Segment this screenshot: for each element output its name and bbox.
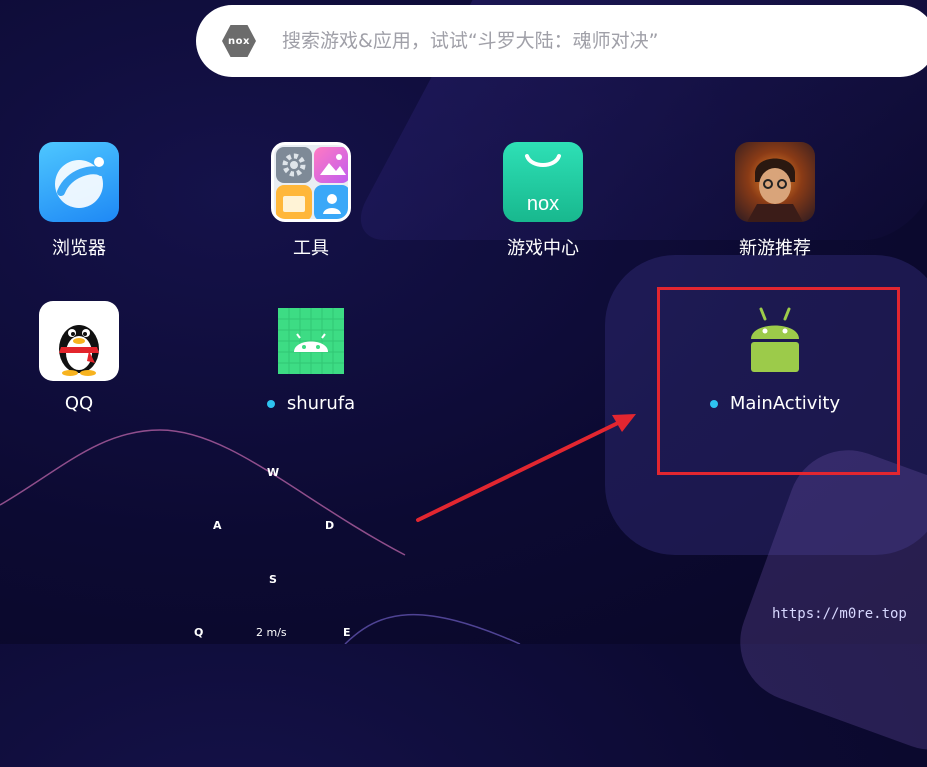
app-label: QQ <box>64 393 94 414</box>
app-game-center[interactable]: nox 游戏中心 <box>473 142 613 260</box>
key-w-label[interactable]: W <box>267 466 279 479</box>
app-label: 新游推荐 <box>739 238 811 259</box>
watermark-text: https://m0re.top <box>772 606 907 622</box>
search-input[interactable] <box>280 29 884 53</box>
nox-logo-icon[interactable]: nox <box>222 25 256 57</box>
search-bar[interactable]: nox <box>196 5 927 77</box>
new-app-dot <box>266 399 275 408</box>
app-tools-folder[interactable]: 工具 <box>241 142 381 260</box>
tools-folder-icon[interactable] <box>271 142 351 222</box>
app-new-game-recommend[interactable]: 新游推荐 <box>705 142 845 260</box>
contacts-icon <box>314 185 348 219</box>
annotation-highlight-box <box>657 287 900 475</box>
key-a-label[interactable]: A <box>213 519 222 532</box>
svg-text:nox: nox <box>527 193 559 215</box>
app-browser[interactable]: 浏览器 <box>9 142 149 260</box>
speed-readout: 2 m/s <box>256 626 287 639</box>
android-icon[interactable] <box>271 301 351 381</box>
browser-icon[interactable] <box>39 142 119 222</box>
qq-penguin-icon[interactable] <box>39 301 119 381</box>
key-e-label[interactable]: E <box>343 626 351 639</box>
key-q-label[interactable]: Q <box>194 626 203 639</box>
new-game-recommend-icon[interactable] <box>735 142 815 222</box>
app-label: 工具 <box>293 238 329 259</box>
key-s-label[interactable]: S <box>269 573 277 586</box>
settings-icon <box>276 147 312 183</box>
app-label: 游戏中心 <box>507 238 579 259</box>
key-d-label[interactable]: D <box>325 519 334 532</box>
app-qq[interactable]: QQ <box>9 301 149 414</box>
gallery-icon <box>314 147 348 183</box>
app-label: 浏览器 <box>52 238 106 259</box>
app-label: shurufa <box>266 393 356 414</box>
file-manager-icon <box>276 185 312 219</box>
app-label-text: shurufa <box>286 393 356 414</box>
app-shurufa[interactable]: shurufa <box>241 301 381 414</box>
game-center-icon[interactable]: nox <box>503 142 583 222</box>
